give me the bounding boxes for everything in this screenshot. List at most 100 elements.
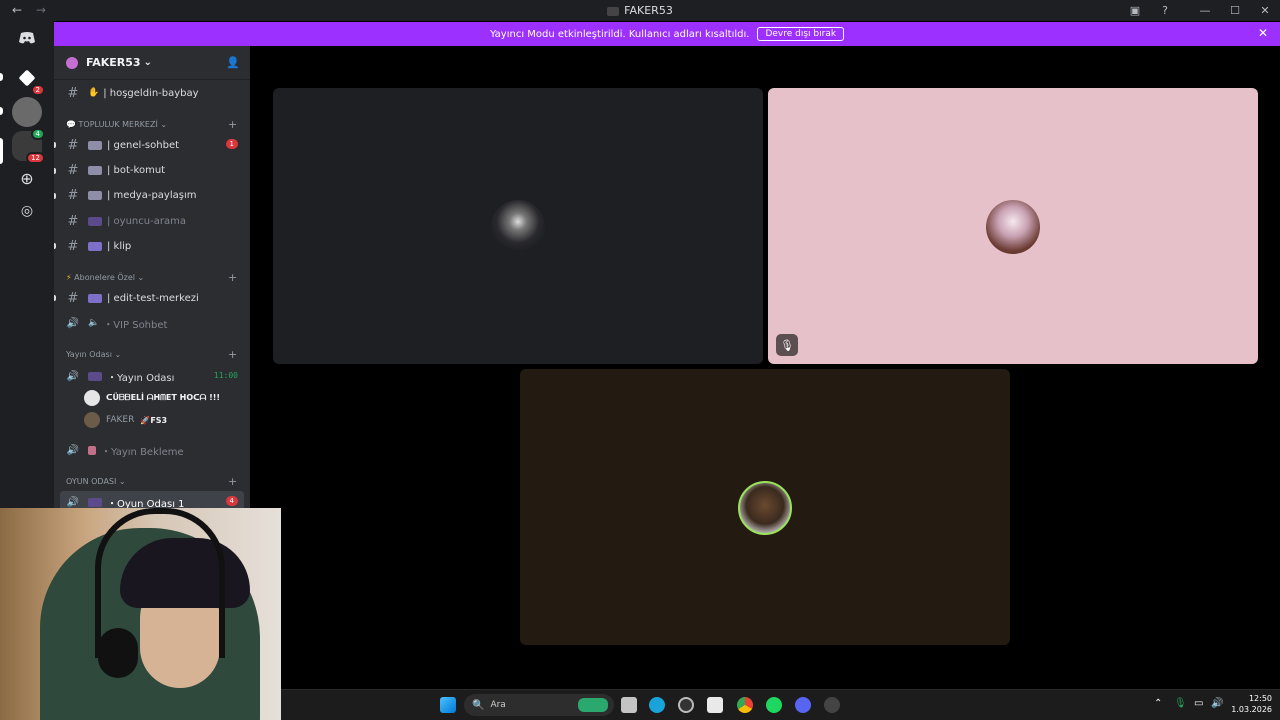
- voice-member[interactable]: ᑕÜᗷᗷEᒪİ ᗩᕼᗰET ᕼOᑕᗩ !!!: [84, 389, 220, 407]
- category-subscribers[interactable]: ⚡ Abonelere Özel ⌄ +: [66, 271, 237, 284]
- channel-edit-test-merkezi[interactable]: # | edit-test-merkezi: [60, 287, 244, 309]
- add-channel-icon[interactable]: +: [228, 118, 237, 131]
- mention-badge: 2: [30, 84, 45, 96]
- channel-label: ・VIP Sohbet: [103, 319, 168, 331]
- minimize-button[interactable]: —: [1190, 4, 1220, 17]
- category-label: Yayın Odası: [66, 350, 112, 359]
- search-icon: 🔍: [472, 699, 485, 711]
- channel-label: | edit-test-merkezi: [107, 292, 199, 304]
- discord-home-icon[interactable]: [12, 23, 42, 53]
- channel-genel-sohbet[interactable]: # | genel-sohbet 1: [60, 134, 244, 156]
- search-box[interactable]: 🔍 Ara: [464, 694, 614, 716]
- unread-dot: [54, 243, 56, 249]
- voice-timer: 11:00: [213, 371, 238, 380]
- server-header[interactable]: FAKER53 ⌄ 👤: [54, 46, 250, 80]
- channel-welcome[interactable]: # ✋ | hoşgeldin-baybay: [60, 82, 244, 104]
- taskbar: 🔍 Ara ⌃ 🎙 ▭ 🔊 12:50 1.03.2026: [281, 689, 1280, 720]
- selected-pill: [0, 138, 3, 164]
- server-faker53-icon[interactable]: 12 4: [12, 128, 45, 164]
- category-community[interactable]: 💬 TOPLULUK MERKEZİ ⌄ +: [66, 118, 237, 131]
- unread-dot: [54, 295, 56, 301]
- voice-stage: 🎙: [250, 46, 1280, 689]
- media-emoji-icon: [88, 190, 102, 200]
- microphone-icon[interactable]: 🎙: [1174, 698, 1187, 709]
- close-button[interactable]: ✕: [1250, 4, 1280, 17]
- clock-time: 12:50: [1248, 694, 1272, 703]
- help-icon[interactable]: ?: [1150, 4, 1180, 17]
- hash-icon: #: [67, 213, 79, 229]
- display-icon[interactable]: ▭: [1194, 698, 1203, 709]
- chevron-up-icon[interactable]: ⌃: [1154, 698, 1162, 709]
- channel-medya-paylasim[interactable]: # | medya-paylaşım: [60, 184, 244, 206]
- participant-tile-2[interactable]: 🎙: [768, 88, 1258, 364]
- participant-tile-3[interactable]: [520, 369, 1010, 645]
- avatar: [491, 200, 545, 254]
- hash-icon: #: [67, 85, 79, 101]
- add-channel-icon[interactable]: +: [228, 475, 237, 488]
- unread-dot: [54, 193, 56, 199]
- channel-oyuncu-arama[interactable]: # | oyuncu-arama: [60, 210, 244, 232]
- avatar: [84, 412, 100, 428]
- chat-emoji-icon: [88, 140, 102, 150]
- voice-badge: 4: [30, 128, 45, 140]
- windows-start-icon[interactable]: [440, 697, 456, 713]
- stream-emoji-icon: [88, 371, 102, 381]
- server-game-icon[interactable]: 2: [12, 63, 45, 96]
- avatar: [84, 390, 100, 406]
- speaker-emoji-icon: 🔈: [88, 318, 100, 328]
- clock[interactable]: 12:50 1.03.2026: [1231, 693, 1272, 715]
- edit-emoji-icon: [88, 293, 102, 303]
- server-name: FAKER53: [86, 56, 141, 69]
- voice-yayin-odasi[interactable]: 🔊 ・Yayın Odası 11:00: [60, 365, 244, 387]
- speaker-icon: 🔊: [66, 444, 80, 456]
- add-server-icon[interactable]: ⊕: [12, 163, 42, 193]
- explore-icon[interactable]: ◎: [12, 196, 42, 226]
- screen-share-icon[interactable]: ▣: [1120, 4, 1150, 17]
- lightning-icon: ⚡: [66, 273, 72, 282]
- edge-icon[interactable]: [649, 697, 665, 713]
- unread-pill: [0, 107, 3, 115]
- app-icon[interactable]: [824, 697, 840, 713]
- add-channel-icon[interactable]: +: [228, 348, 237, 361]
- voice-vip-sohbet[interactable]: 🔊 🔈 ・VIP Sohbet: [60, 312, 244, 334]
- hash-icon: #: [67, 238, 79, 254]
- member-tag: 🚀FS3: [140, 415, 168, 425]
- disable-streamer-mode-button[interactable]: Devre dışı bırak: [757, 27, 845, 41]
- channel-klip[interactable]: # | klip: [60, 235, 244, 257]
- chrome-icon[interactable]: [737, 697, 753, 713]
- channel-bot-komut[interactable]: # | bot-komut: [60, 159, 244, 181]
- hash-icon: #: [67, 290, 79, 306]
- invite-people-icon[interactable]: 👤: [226, 56, 240, 69]
- unread-pill: [0, 73, 3, 81]
- banner-message: Yayıncı Modu etkinleştirildi. Kullanıcı …: [489, 28, 750, 40]
- server-icon: [607, 6, 620, 16]
- voice-member[interactable]: FAKER 🚀FS3: [84, 411, 167, 429]
- channel-label: | genel-sohbet: [107, 139, 180, 151]
- file-explorer-icon[interactable]: [621, 697, 637, 713]
- close-banner-icon[interactable]: ✕: [1258, 26, 1268, 40]
- volume-icon[interactable]: 🔊: [1211, 698, 1223, 709]
- server-avatar-icon[interactable]: [12, 97, 42, 127]
- channel-label: ・Yayın Odası: [107, 372, 175, 384]
- participant-tile-1[interactable]: [273, 88, 763, 364]
- spotify-icon[interactable]: [766, 697, 782, 713]
- category-label: TOPLULUK MERKEZİ: [78, 120, 158, 129]
- discord-icon[interactable]: [795, 697, 811, 713]
- add-channel-icon[interactable]: +: [228, 271, 237, 284]
- search-placeholder: Ara: [490, 700, 506, 710]
- hash-icon: #: [67, 187, 79, 203]
- category-game[interactable]: OYUN ODASI ⌄ +: [66, 475, 237, 488]
- store-icon[interactable]: [707, 697, 723, 713]
- category-stream[interactable]: Yayın Odası ⌄ +: [66, 348, 237, 361]
- clock-date: 1.03.2026: [1231, 705, 1272, 714]
- channel-label: | hoşgeldin-baybay: [103, 87, 199, 99]
- maximize-button[interactable]: ☐: [1220, 4, 1250, 17]
- channel-label: ・Yayın Bekleme: [101, 446, 184, 458]
- channel-label: | klip: [107, 240, 132, 252]
- mute-emoji-icon: [88, 445, 96, 455]
- speaker-icon: 🔊: [66, 317, 80, 329]
- muted-microphone-icon[interactable]: 🎙: [776, 334, 798, 356]
- voice-yayin-bekleme[interactable]: 🔊 ・Yayın Bekleme: [60, 439, 244, 461]
- media-player-icon[interactable]: [678, 697, 694, 713]
- server-badge-icon: [66, 56, 78, 69]
